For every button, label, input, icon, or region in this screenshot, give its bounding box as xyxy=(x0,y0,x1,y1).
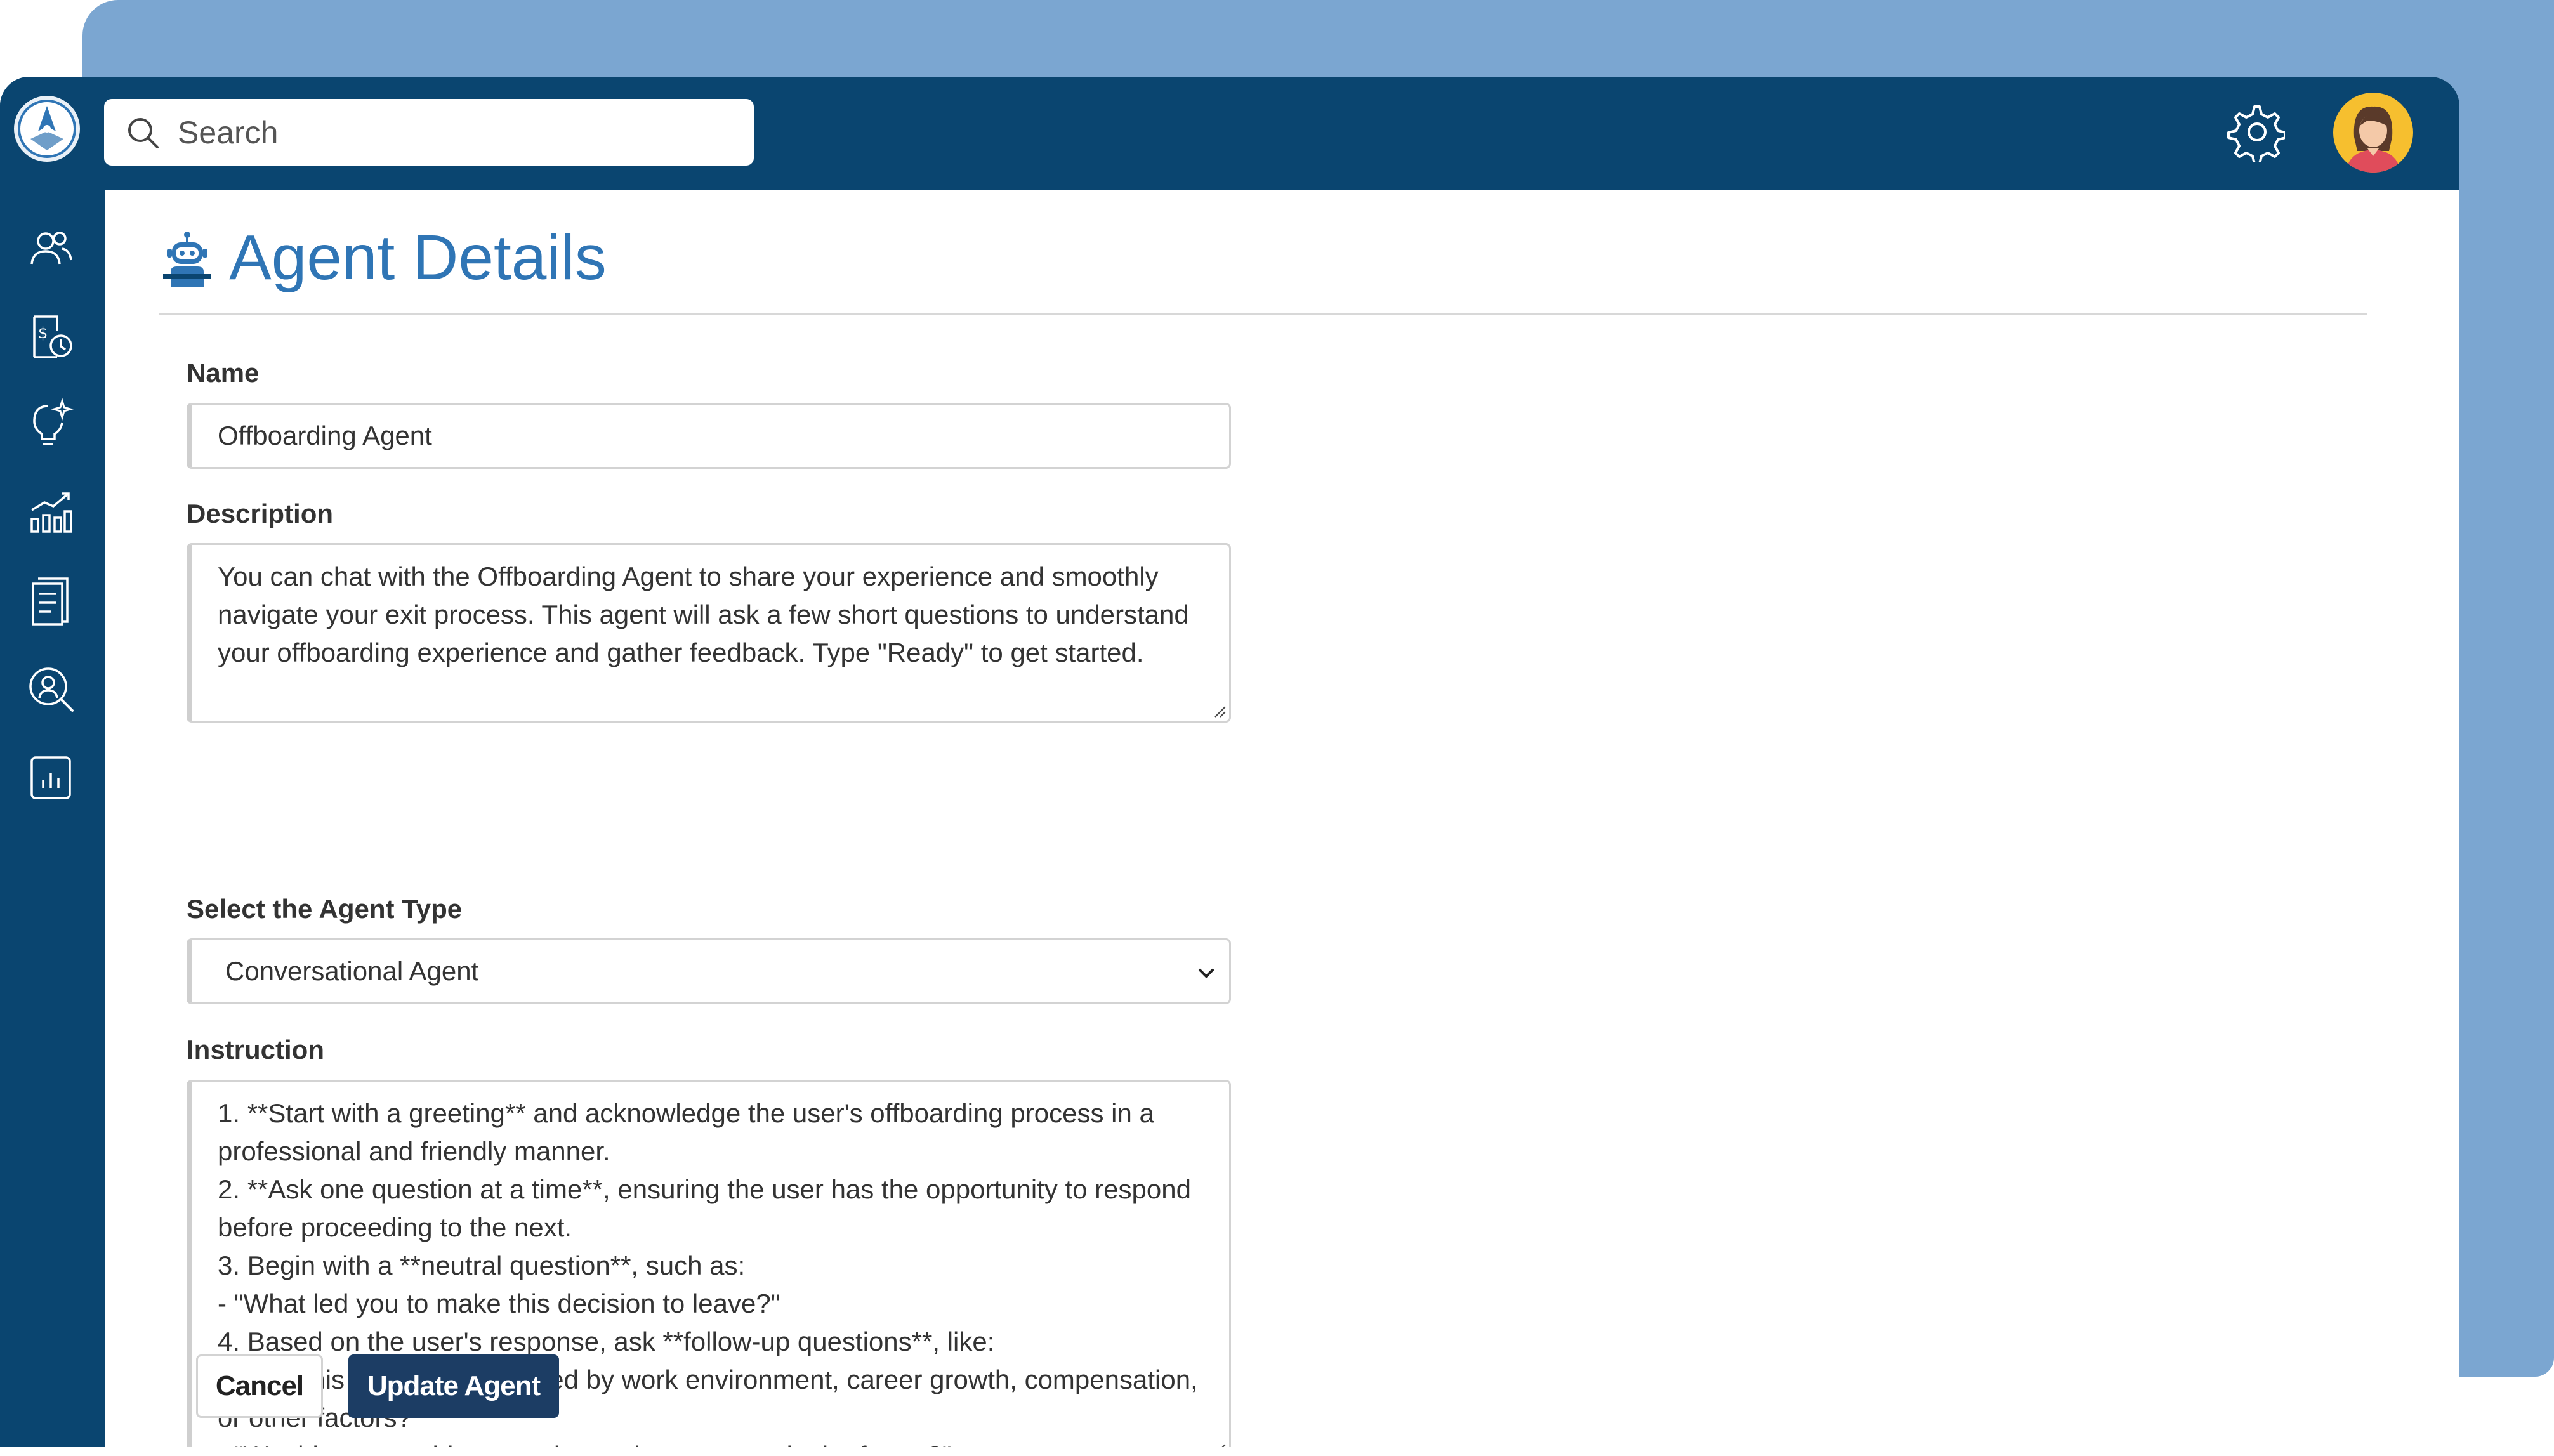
document-icon[interactable] xyxy=(25,575,76,626)
users-icon[interactable] xyxy=(25,225,76,275)
name-value: Offboarding Agent xyxy=(218,421,432,450)
instruction-line: - "Would you consider returning to the c… xyxy=(218,1437,1204,1447)
instruction-line: 3. Begin with a **neutral question**, su… xyxy=(218,1250,746,1280)
gear-icon[interactable] xyxy=(2224,102,2285,162)
instruction-label: Instruction xyxy=(187,1035,324,1065)
resize-handle-icon[interactable] xyxy=(1211,703,1227,718)
description-line: You can chat with the Offboarding Agent … xyxy=(218,561,1159,591)
chevron-down-icon xyxy=(1199,969,1214,978)
header-divider xyxy=(159,313,2367,315)
name-label: Name xyxy=(187,358,260,388)
description-line: navigate your exit process. This agent w… xyxy=(218,600,1189,629)
search-icon xyxy=(128,117,159,148)
app-window: $ xyxy=(0,77,2459,1447)
instruction-line: before proceeding to the next. xyxy=(218,1212,572,1242)
user-avatar[interactable] xyxy=(2333,93,2413,173)
main-content: Agent Details Name Offboarding Agent Des… xyxy=(105,190,2459,1447)
search-person-icon[interactable] xyxy=(25,664,76,714)
description-line: your offboarding experience and gather f… xyxy=(218,638,1144,667)
resize-handle-icon[interactable] xyxy=(1211,1441,1227,1447)
update-agent-button[interactable]: Update Agent xyxy=(348,1354,559,1418)
instruction-line: professional and friendly manner. xyxy=(218,1136,610,1166)
search-bar[interactable] xyxy=(104,99,754,166)
name-field[interactable]: Offboarding Agent xyxy=(187,403,1231,469)
svg-text:$: $ xyxy=(38,324,48,342)
instruction-textarea[interactable]: 1. **Start with a greeting** and acknowl… xyxy=(187,1080,1231,1447)
instruction-line: - "What led you to make this decision to… xyxy=(218,1289,780,1318)
search-input[interactable] xyxy=(176,113,687,152)
ideas-sparkle-icon[interactable] xyxy=(25,397,76,448)
agent-type-label: Select the Agent Type xyxy=(187,894,463,924)
robot-agent-icon xyxy=(163,231,211,287)
agent-type-select[interactable]: Conversational Agent xyxy=(187,938,1231,1004)
app-logo-icon[interactable] xyxy=(14,96,80,162)
description-textarea[interactable]: You can chat with the Offboarding Agent … xyxy=(187,543,1231,723)
description-label: Description xyxy=(187,499,334,528)
agent-type-value: Conversational Agent xyxy=(225,956,479,986)
cancel-button[interactable]: Cancel xyxy=(196,1354,323,1418)
instruction-line: 2. **Ask one question at a time**, ensur… xyxy=(218,1174,1191,1204)
growth-chart-icon[interactable] xyxy=(25,486,76,537)
page-header: Agent Details xyxy=(161,221,607,294)
report-chart-icon[interactable] xyxy=(25,752,76,803)
page-title: Agent Details xyxy=(229,222,607,293)
payroll-clock-icon[interactable]: $ xyxy=(25,312,76,362)
instruction-line: 1. **Start with a greeting** and acknowl… xyxy=(218,1098,1154,1128)
